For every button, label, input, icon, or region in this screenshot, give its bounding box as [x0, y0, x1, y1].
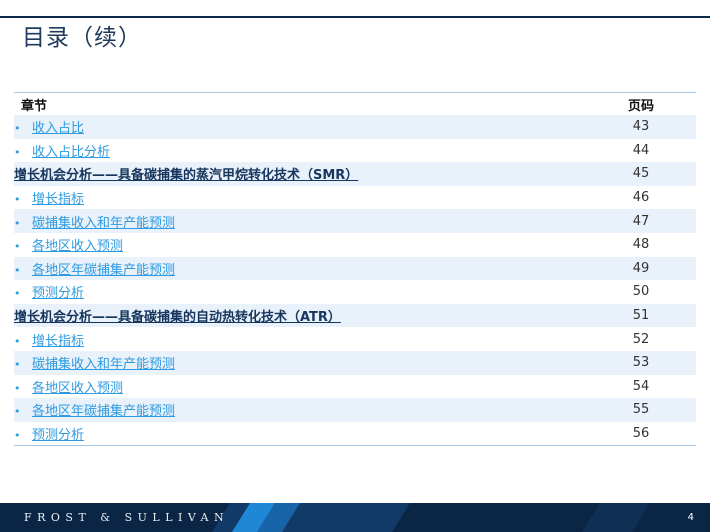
toc-entry-cell: • 收入占比 [14, 115, 586, 139]
bullet-icon: • [14, 429, 21, 443]
toc-entry-link[interactable]: 预测分析 [32, 286, 84, 301]
toc-entry-row: • 碳捕集收入和年产能预测 53 [14, 350, 696, 375]
bullet-icon: • [14, 287, 21, 301]
toc-entry-link[interactable]: 收入占比 [32, 121, 84, 136]
toc-entry-row: • 预测分析 50 [14, 280, 696, 304]
bullet-icon: • [14, 240, 21, 254]
toc-entry-link[interactable]: 增长指标 [32, 192, 84, 207]
toc-page-number: 55 [586, 398, 696, 422]
toc-entry-row: • 收入占比分析 44 [14, 139, 696, 163]
column-header-page: 页码 [627, 98, 654, 114]
toc-entry-cell: • 收入占比分析 [14, 139, 586, 163]
toc-page-number: 46 [632, 190, 650, 206]
toc-entry-row: • 各地区年碳捕集产能预测 49 [14, 256, 696, 281]
bullet-icon: • [14, 122, 21, 136]
toc-entry-link[interactable]: 碳捕集收入和年产能预测 [32, 216, 175, 231]
toc-entry-row: • 增长指标 52 [14, 327, 696, 351]
toc-page-number: 48 [632, 237, 650, 253]
toc-page-number: 52 [632, 331, 650, 347]
bullet-icon: • [14, 263, 21, 277]
toc-entry-cell: • 增长指标 [14, 186, 586, 210]
toc-section-link[interactable]: 增长机会分析——具备碳捕集的蒸汽甲烷转化技术（SMR） [14, 168, 358, 183]
toc-entry-link[interactable]: 预测分析 [32, 428, 84, 443]
toc-entry-cell: • 增长指标 [14, 327, 586, 351]
column-header-section: 章节 [21, 98, 48, 114]
toc-page-number: 53 [586, 350, 696, 375]
toc-entry-row: • 各地区收入预测 48 [14, 233, 696, 257]
toc-entry-row: • 各地区年碳捕集产能预测 55 [14, 398, 696, 422]
brand-logo: FROST & SULLIVAN [24, 511, 230, 524]
toc-entry-row: • 收入占比 43 [14, 115, 696, 139]
bullet-icon: • [14, 216, 21, 230]
toc-page-number: 43 [586, 115, 696, 139]
toc-entry-link[interactable]: 碳捕集收入和年产能预测 [32, 357, 175, 372]
toc-page-number: 54 [632, 378, 650, 394]
toc-body: • 收入占比 43 • 收入占比分析 44 增长机会分析——具备碳捕集的蒸汽甲烷转化技术（S… [14, 115, 696, 447]
toc-entry-link[interactable]: 增长指标 [32, 334, 84, 349]
bullet-icon: • [14, 334, 21, 348]
bullet-icon: • [14, 145, 21, 159]
toc-section-row: 增长机会分析——具备碳捕集的蒸汽甲烷转化技术（SMR） 45 [14, 162, 696, 186]
bullet-icon: • [14, 405, 21, 419]
toc-entry-link[interactable]: 各地区年碳捕集产能预测 [32, 404, 175, 419]
toc-page-number: 50 [632, 284, 650, 300]
toc-entry-cell: • 各地区收入预测 [14, 233, 586, 257]
toc-entry-cell: • 各地区收入预测 [14, 375, 586, 399]
toc-entry-link[interactable]: 各地区年碳捕集产能预测 [32, 263, 175, 278]
toc-entry-row: • 增长指标 46 [14, 186, 696, 210]
toc-page-number: 49 [586, 256, 696, 281]
bullet-icon: • [14, 381, 21, 395]
footer-bar: FROST & SULLIVAN 4 [0, 503, 710, 532]
toc-entry-link[interactable]: 各地区收入预测 [32, 239, 123, 254]
toc-entry-cell: • 各地区年碳捕集产能预测 [14, 398, 586, 422]
toc-entry-row: • 预测分析 56 [14, 421, 696, 447]
toc-entry-row: • 各地区收入预测 54 [14, 375, 696, 399]
toc-entry-cell: • 预测分析 [14, 421, 586, 447]
toc-table: 章节 页码 • 收入占比 43 • 收入占比分析 44 增长机会分析——具备碳捕集的蒸汽甲烷… [14, 92, 696, 447]
toc-section-link[interactable]: 增长机会分析——具备碳捕集的自动热转化技术（ATR） [14, 310, 341, 325]
toc-section-row: 增长机会分析——具备碳捕集的自动热转化技术（ATR） 51 [14, 303, 696, 328]
toc-entry-row: • 碳捕集收入和年产能预测 47 [14, 209, 696, 233]
toc-entry-cell: 增长机会分析——具备碳捕集的蒸汽甲烷转化技术（SMR） [14, 162, 586, 186]
toc-entry-cell: 增长机会分析——具备碳捕集的自动热转化技术（ATR） [14, 303, 586, 328]
toc-page-number: 51 [586, 303, 696, 328]
toc-entry-cell: • 预测分析 [14, 280, 586, 304]
toc-entry-cell: • 碳捕集收入和年产能预测 [14, 350, 586, 375]
bullet-icon: • [14, 193, 21, 207]
toc-page-number: 56 [586, 421, 696, 447]
toc-entry-cell: • 碳捕集收入和年产能预测 [14, 209, 586, 233]
toc-page-number: 47 [586, 209, 696, 233]
toc-entry-link[interactable]: 各地区收入预测 [32, 381, 123, 396]
bullet-icon: • [14, 358, 21, 372]
toc-page-number: 45 [586, 162, 696, 186]
page-title: 目录（续） [22, 25, 142, 51]
toc-entry-link[interactable]: 收入占比分析 [32, 145, 110, 160]
table-header-row: 章节 页码 [14, 93, 696, 115]
toc-page-number: 44 [632, 142, 650, 158]
page-number: 4 [687, 512, 694, 523]
toc-entry-cell: • 各地区年碳捕集产能预测 [14, 256, 586, 281]
